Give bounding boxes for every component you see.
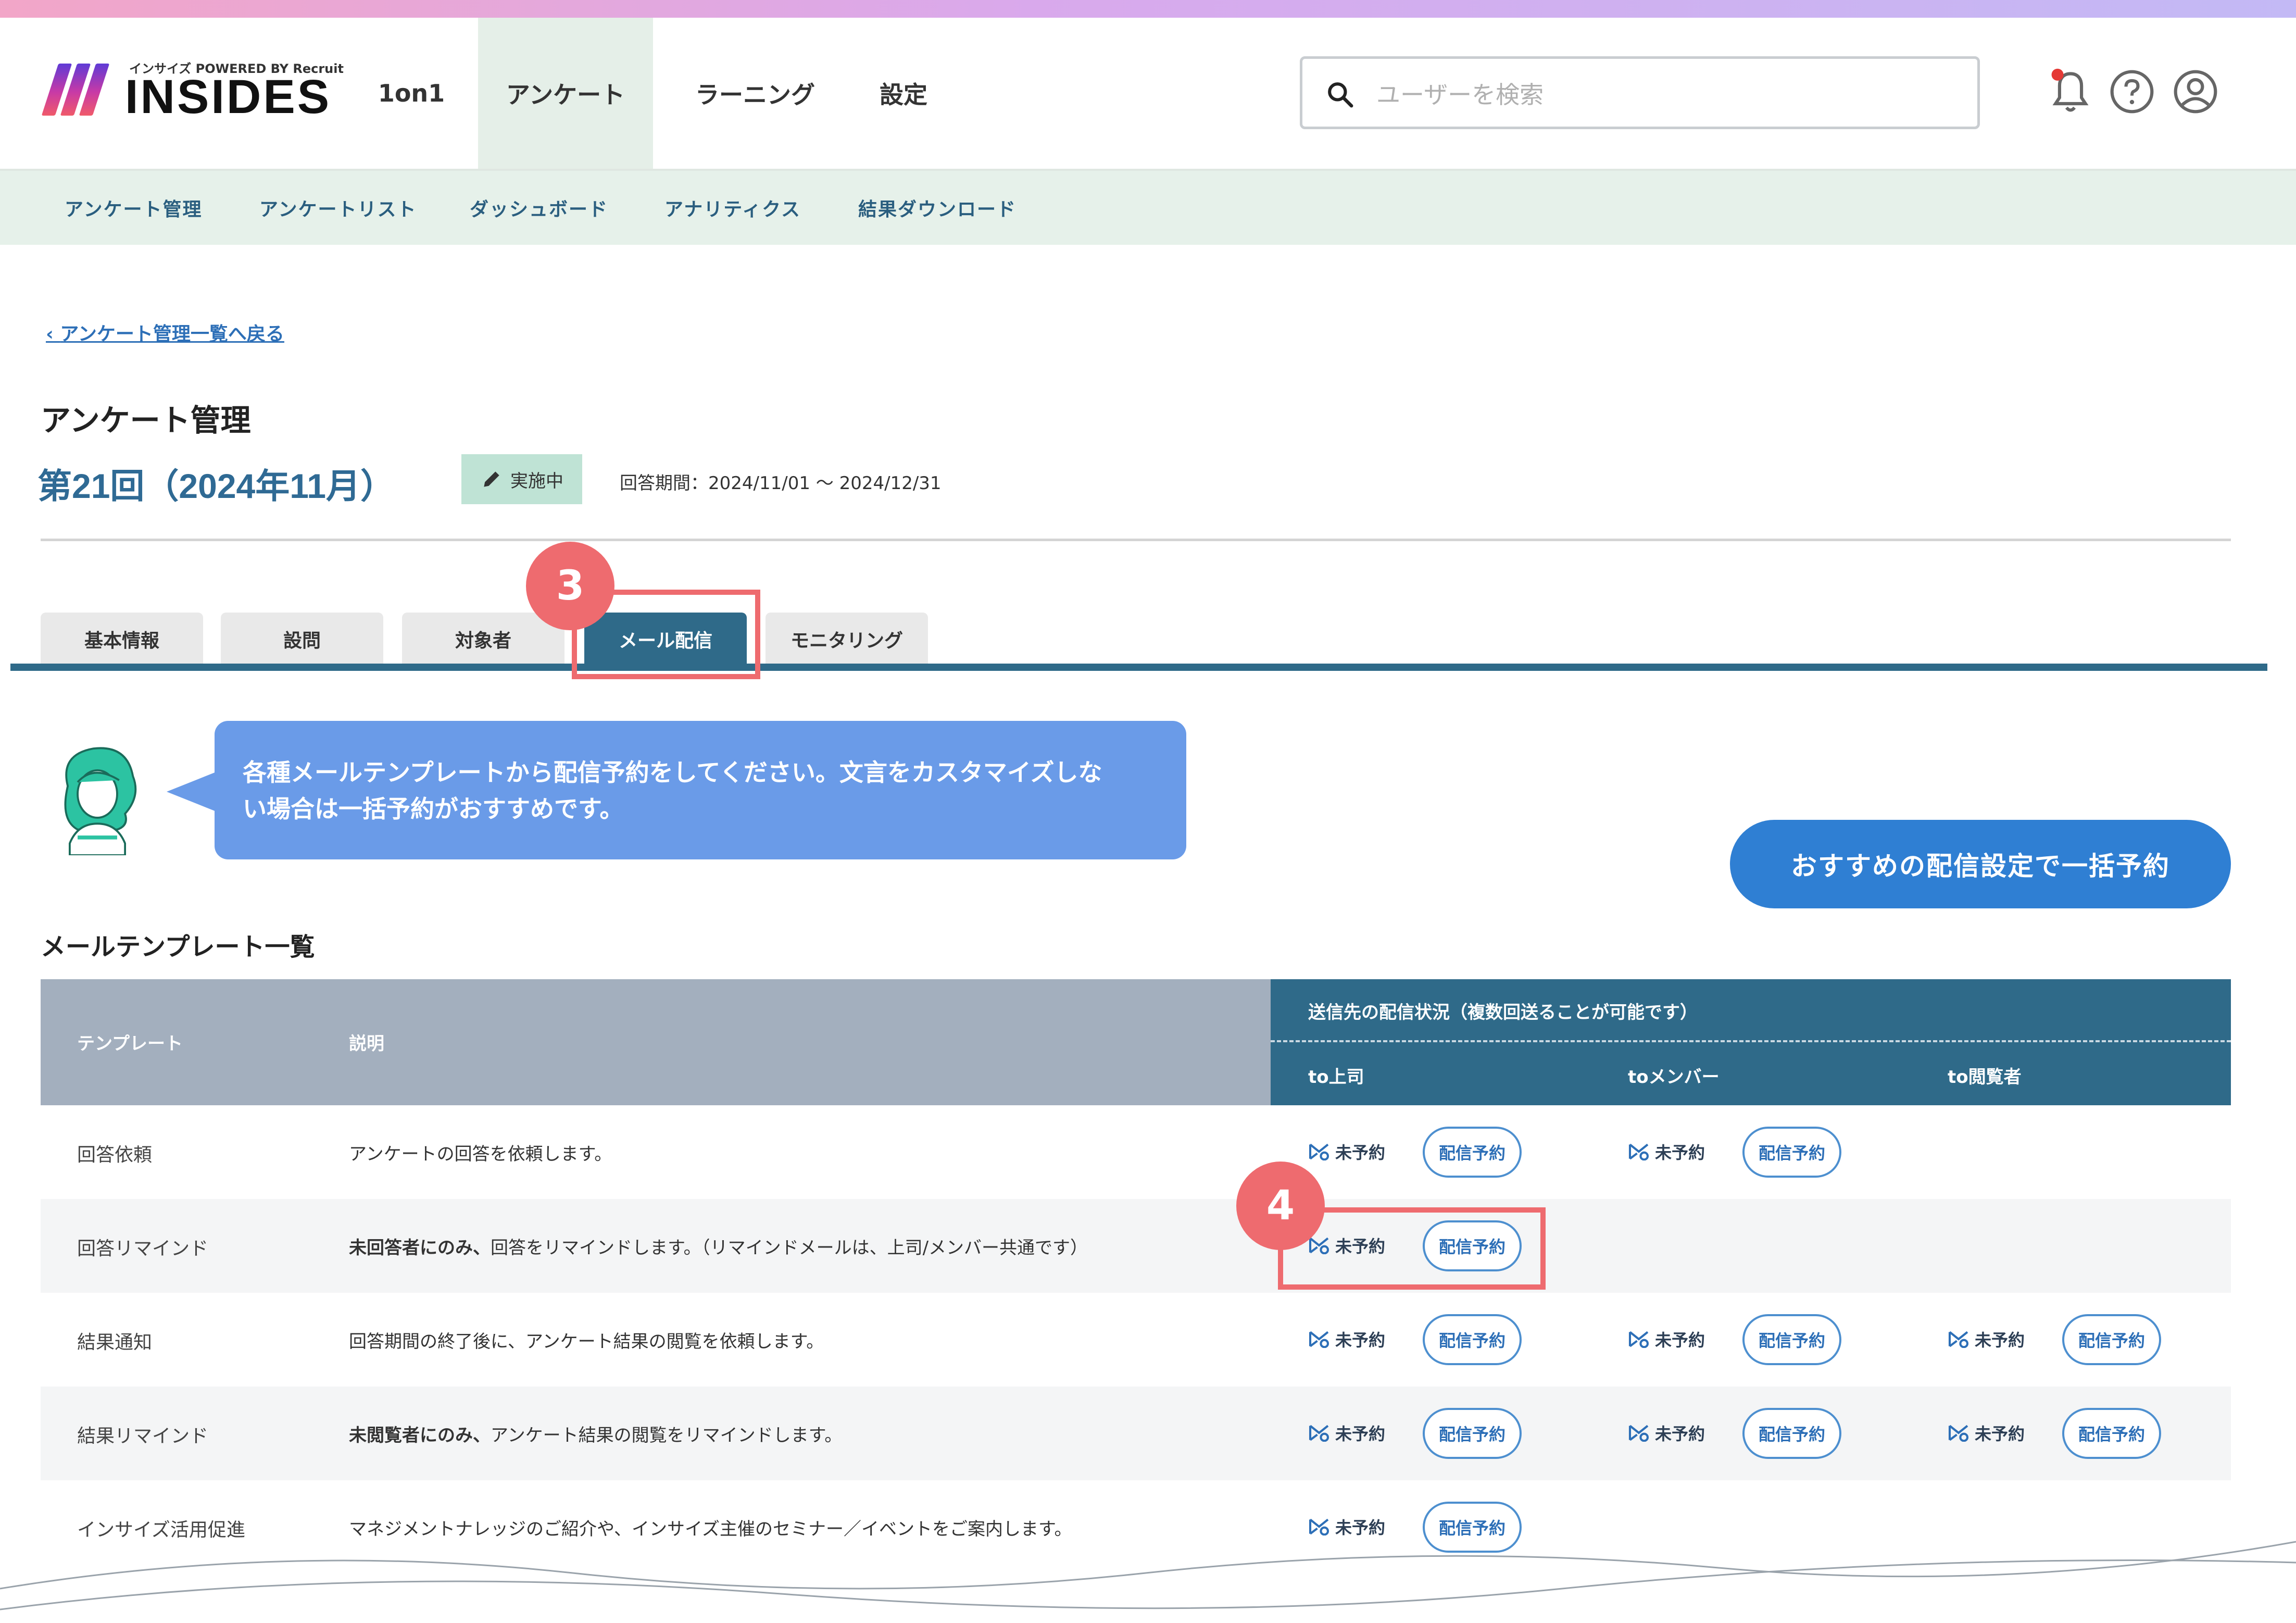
template-description: 回答期間の終了後に、アンケート結果の閲覧を依頼します。: [349, 1327, 824, 1353]
step-badge-4: 4: [1236, 1162, 1325, 1250]
template-description: アンケートの回答を依頼します。: [349, 1140, 612, 1165]
tab-monitoring[interactable]: モニタリング: [766, 613, 928, 666]
subnav-analytics[interactable]: アナリティクス: [664, 171, 801, 245]
template-description-emphasis: 未閲覧者にのみ、: [349, 1425, 491, 1446]
schedule-delivery-button[interactable]: 配信予約: [1742, 1127, 1841, 1178]
answer-period: 回答期間：2024/11/01 ～ 2024/12/31: [620, 473, 942, 494]
table-header-left: [41, 979, 1271, 1105]
mail-status-icon: [1628, 1331, 1649, 1348]
tab-questions[interactable]: 設問: [221, 613, 383, 666]
bulk-schedule-button[interactable]: おすすめの配信設定で一括予約: [1730, 820, 2231, 908]
template-name: 結果通知: [77, 1332, 153, 1353]
subnav-survey-management[interactable]: アンケート管理: [65, 171, 203, 245]
header-to-viewer: to閲覧者: [1948, 1067, 2022, 1088]
schedule-delivery-button[interactable]: 配信予約: [1742, 1314, 1841, 1365]
tab-underline: [10, 664, 2267, 671]
mail-status-icon: [1948, 1331, 1969, 1348]
status-badge: 実施中: [461, 454, 582, 504]
template-name: 結果リマインド: [77, 1426, 209, 1447]
app-logo[interactable]: インサイズ POWERED BY Recruit INSIDES: [41, 58, 344, 123]
top-gradient-bar: [0, 0, 2296, 18]
search-input[interactable]: [1375, 73, 1950, 116]
template-description-emphasis: 未回答者にのみ、: [349, 1238, 491, 1258]
guidance-message: 各種メールテンプレートから配信予約をしてください。文言をカスタマイズしな い場合…: [215, 721, 1186, 859]
schedule-delivery-button[interactable]: 配信予約: [1742, 1408, 1841, 1459]
logo-text: INSIDES: [125, 70, 332, 123]
delivery-status-label: 未予約: [1655, 1330, 1705, 1350]
table-header-divider: [1271, 1040, 2231, 1042]
mail-status-icon: [1948, 1425, 1969, 1442]
delivery-status-label: 未予約: [1975, 1424, 2025, 1444]
delivery-status-label: 未予約: [1975, 1330, 2025, 1350]
title-divider: [41, 539, 2231, 541]
support-avatar-icon: [64, 747, 137, 855]
back-link-label: アンケート管理一覧へ戻る: [60, 323, 284, 345]
header-description: 説明: [349, 1033, 384, 1054]
help-icon[interactable]: [2108, 68, 2156, 116]
subnav-dashboard[interactable]: ダッシュボード: [470, 171, 608, 245]
template-description-text: 回答期間の終了後に、アンケート結果の閲覧を依頼します。: [349, 1331, 824, 1352]
schedule-delivery-button[interactable]: 配信予約: [1423, 1127, 1522, 1178]
template-description-text: 回答をリマインドします。（リマインドメールは、上司/メンバー共通です）: [491, 1238, 1088, 1258]
template-description: 未閲覧者にのみ、アンケート結果の閲覧をリマインドします。: [349, 1421, 842, 1446]
schedule-delivery-button[interactable]: 配信予約: [2062, 1408, 2161, 1459]
logo-mark-icon: [41, 64, 114, 116]
survey-name: 第21回（2024年11月）: [37, 467, 395, 505]
header-status-group: 送信先の配信状況（複数回送ることが可能です）: [1308, 1002, 1698, 1023]
schedule-delivery-button[interactable]: 配信予約: [2062, 1314, 2161, 1365]
notification-bell-icon[interactable]: [2047, 68, 2094, 116]
guidance-text-line1: 各種メールテンプレートから配信予約をしてください。文言をカスタマイズしな: [243, 758, 1102, 786]
back-to-list-link[interactable]: ‹ アンケート管理一覧へ戻る: [46, 319, 284, 346]
page-title: アンケート管理: [41, 403, 251, 438]
delivery-status: 未予約: [1308, 1327, 1385, 1351]
template-list-title: メールテンプレート一覧: [41, 932, 315, 962]
mail-status-icon: [1309, 1331, 1329, 1348]
nav-item-1on1[interactable]: 1on1: [365, 18, 458, 169]
schedule-delivery-button[interactable]: 配信予約: [1423, 1408, 1522, 1459]
nav-item-settings[interactable]: 設定: [854, 18, 953, 169]
pencil-icon: [484, 471, 499, 487]
delivery-status-label: 未予約: [1335, 1424, 1386, 1444]
subnav-result-download[interactable]: 結果ダウンロード: [858, 171, 1017, 245]
nav-item-learning[interactable]: ラーニング: [677, 18, 833, 169]
delivery-status: 未予約: [1308, 1140, 1385, 1164]
template-name: 回答リマインド: [77, 1238, 209, 1259]
delivery-status-label: 未予約: [1335, 1330, 1386, 1350]
delivery-status-label: 未予約: [1655, 1424, 1705, 1444]
template-name: 回答依頼: [77, 1144, 153, 1166]
tab-targets[interactable]: 対象者: [402, 613, 564, 666]
delivery-status-label: 未予約: [1335, 1143, 1386, 1163]
subnav-survey-list[interactable]: アンケートリスト: [259, 171, 417, 245]
step-badge-3: 3: [526, 542, 614, 630]
delivery-status: 未予約: [1628, 1327, 1705, 1351]
delivery-status: 未予約: [1948, 1327, 2025, 1351]
delivery-status: 未予約: [1628, 1421, 1705, 1445]
guidance-text-line2: い場合は一括予約がおすすめです。: [243, 795, 624, 823]
header-to-boss: to上司: [1308, 1067, 1364, 1088]
speech-bubble-tail: [167, 771, 219, 813]
search-icon: [1328, 82, 1353, 108]
user-account-icon[interactable]: [2172, 68, 2219, 116]
template-description-text: アンケート結果の閲覧をリマインドします。: [491, 1425, 843, 1446]
nav-item-survey[interactable]: アンケート: [478, 18, 653, 169]
chevron-left-icon: ‹: [46, 323, 60, 345]
delivery-status: 未予約: [1628, 1140, 1705, 1164]
mail-status-icon: [1628, 1425, 1649, 1442]
mail-status-icon: [1309, 1143, 1329, 1160]
delivery-status: 未予約: [1948, 1421, 2025, 1445]
tab-basic-info[interactable]: 基本情報: [41, 613, 203, 666]
template-description: 未回答者にのみ、回答をリマインドします。（リマインドメールは、上司/メンバー共通…: [349, 1233, 1088, 1259]
user-search-box[interactable]: [1300, 56, 1980, 129]
header-template: テンプレート: [77, 1033, 183, 1054]
status-label: 実施中: [510, 470, 563, 492]
template-description-text: アンケートの回答を依頼します。: [349, 1144, 612, 1165]
delivery-status: 未予約: [1308, 1421, 1385, 1445]
schedule-delivery-button[interactable]: 配信予約: [1423, 1314, 1522, 1365]
mail-status-icon: [1628, 1143, 1649, 1160]
mail-status-icon: [1309, 1425, 1329, 1442]
delivery-status-label: 未予約: [1655, 1143, 1705, 1163]
header-to-member: toメンバー: [1628, 1067, 1720, 1088]
torn-edge-decoration: [0, 1541, 2296, 1623]
